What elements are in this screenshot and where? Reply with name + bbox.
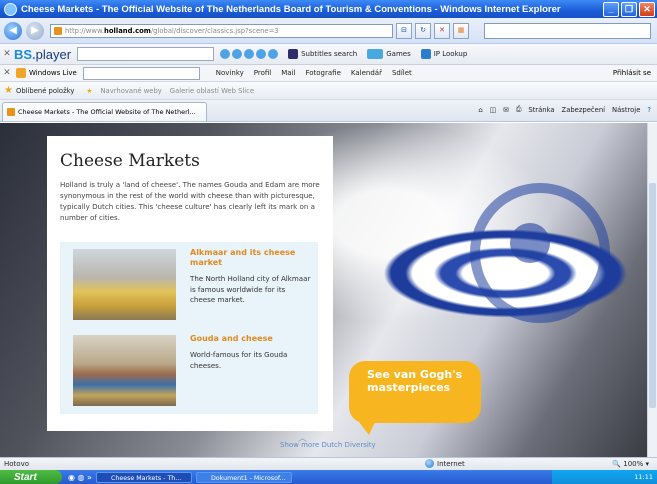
gouda-description: World-famous for its Gouda cheeses.	[190, 350, 288, 370]
url-path: /global/discover/classics.jsp?scene=3	[150, 26, 279, 35]
windows-live-icon	[16, 68, 26, 78]
print-icon[interactable]: ⎙	[516, 105, 521, 114]
windows-live-links: Novinky Profil Mail Fotografie Kalendář …	[216, 69, 412, 77]
prev-icon[interactable]	[256, 49, 267, 59]
quick-launch-icons[interactable]: ◉ ◍ »	[68, 473, 92, 482]
system-tray: 11:11	[552, 470, 657, 484]
add-favorite-icon[interactable]: ★	[86, 87, 92, 95]
wl-signin-link[interactable]: Přihlásit se	[613, 69, 651, 77]
suggested-sites-link[interactable]: Navrhované weby	[100, 87, 161, 95]
stop-icon[interactable]	[244, 49, 255, 59]
bing-icon[interactable]: ▦	[453, 22, 469, 39]
tab-favicon-icon	[7, 108, 15, 116]
minimize-button[interactable]: _	[603, 2, 619, 17]
tab-cheese-markets[interactable]: Cheese Markets - The Official Website of…	[2, 102, 207, 121]
url-domain: holland.com	[104, 26, 151, 35]
pause-icon[interactable]	[232, 49, 243, 59]
ip-lookup-button[interactable]: IP Lookup	[420, 49, 467, 59]
help-icon[interactable]: ?	[647, 106, 651, 114]
zoom-level[interactable]: 🔍 100% ▾	[612, 460, 649, 468]
back-button[interactable]: ◀	[4, 21, 22, 40]
alkmaar-title-link[interactable]: Alkmaar and its cheese market	[190, 248, 315, 268]
start-button[interactable]: Start	[0, 470, 62, 484]
url-prefix: http://www.	[65, 26, 105, 35]
van-gogh-promo-link[interactable]: See van Gogh's masterpieces	[349, 361, 481, 435]
alkmaar-description: The North Holland city of Alkmaar is fam…	[190, 274, 311, 304]
page-title: Cheese Markets	[60, 151, 200, 171]
windows-live-search-input[interactable]	[82, 66, 200, 80]
cheese-markets-card: Cheese Markets Holland is truly a 'land …	[47, 136, 333, 431]
home-icon[interactable]: ⌂	[478, 106, 482, 114]
web-slice-gallery-link[interactable]: Galerie oblastí Web Slice	[170, 87, 254, 95]
compatibility-icon[interactable]: ⊟	[396, 22, 412, 39]
wl-link-mail[interactable]: Mail	[281, 69, 295, 77]
games-icon	[367, 49, 384, 59]
lookup-icon	[420, 49, 431, 59]
windows-live-label[interactable]: Windows Live	[29, 69, 77, 77]
status-text: Hotovo	[4, 460, 29, 468]
scrollbar-thumb[interactable]	[649, 183, 656, 408]
close-toolbar-icon[interactable]: ✕	[0, 49, 14, 59]
page-menu[interactable]: Stránka	[528, 106, 554, 114]
page-content: Cheese Markets Holland is truly a 'land …	[0, 123, 657, 457]
feeds-icon[interactable]: ◫	[490, 106, 496, 114]
restore-button[interactable]: ❐	[621, 2, 637, 17]
next-icon[interactable]	[268, 49, 279, 59]
gouda-title-link[interactable]: Gouda and cheese	[190, 334, 315, 344]
blue-ornament-image	[510, 223, 550, 263]
close-toolbar-icon[interactable]: ✕	[0, 68, 14, 78]
url-field[interactable]: http://www. holland.com/global/discover/c…	[50, 23, 393, 38]
address-bar: ◀ ▶ http://www. holland.com/global/discov…	[0, 18, 657, 44]
wl-link-news[interactable]: Novinky	[216, 69, 244, 77]
window-title-bar[interactable]: Cheese Markets - The Official Website of…	[0, 0, 657, 18]
intro-text: Holland is truly a 'land of cheese'. The…	[60, 180, 320, 222]
taskbar-item-word[interactable]: Dokument1 - Microsof...	[195, 471, 292, 483]
command-bar: ⌂ ◫ ✉ ⎙ Stránka Zabezpečení Nástroje ?	[478, 105, 651, 114]
article-alkmaar[interactable]: Alkmaar and its cheese market The North …	[60, 242, 318, 328]
window-title: Cheese Markets - The Official Website of…	[21, 3, 561, 15]
internet-globe-icon	[425, 459, 434, 468]
film-icon	[288, 49, 299, 59]
vertical-scrollbar[interactable]	[647, 123, 657, 457]
subtitles-search-button[interactable]: Subtitles search	[288, 49, 357, 59]
wl-link-photos[interactable]: Fotografie	[305, 69, 340, 77]
article-gouda[interactable]: Gouda and cheese World-famous for its Go…	[60, 328, 318, 414]
stop-icon[interactable]: ✕	[434, 22, 450, 39]
wl-link-calendar[interactable]: Kalendář	[351, 69, 382, 77]
play-icon[interactable]	[220, 49, 231, 59]
windows-live-toolbar: ✕ Windows Live Novinky Profil Mail Fotog…	[0, 65, 657, 82]
tools-menu[interactable]: Nástroje	[612, 106, 640, 114]
ie-logo-icon	[4, 2, 17, 16]
mail-icon[interactable]: ✉	[503, 106, 509, 114]
wl-link-share[interactable]: Sdílet	[392, 69, 412, 77]
games-button[interactable]: Games	[367, 49, 411, 59]
gouda-photo[interactable]	[73, 335, 176, 406]
security-zone[interactable]: Internet	[425, 459, 465, 468]
security-menu[interactable]: Zabezpečení	[562, 106, 606, 114]
favorites-star-icon: ★	[4, 85, 13, 96]
bsplayer-logo[interactable]: BS.player	[14, 47, 71, 62]
wl-link-profile[interactable]: Profil	[254, 69, 271, 77]
tab-title: Cheese Markets - The Official Website of…	[18, 108, 196, 116]
media-controls[interactable]	[220, 49, 279, 59]
bsplayer-search-input[interactable]	[77, 47, 215, 61]
site-favicon-icon	[54, 26, 62, 35]
status-bar: Hotovo Internet 🔍 100% ▾	[0, 457, 657, 470]
taskbar-item-ie[interactable]: Cheese Markets - Th...	[95, 471, 192, 483]
close-button[interactable]: ✕	[639, 2, 655, 17]
favorites-button[interactable]: Oblíbené položky	[16, 87, 74, 95]
windows-taskbar: Start ◉ ◍ » Cheese Markets - Th... Dokum…	[0, 470, 657, 484]
search-input[interactable]	[484, 23, 651, 39]
forward-button[interactable]: ▶	[26, 21, 44, 40]
bsplayer-toolbar: ✕ BS.player Subtitles search Games IP Lo…	[0, 44, 657, 65]
show-more-link[interactable]: Show more Dutch Diversity	[280, 441, 376, 449]
favorites-bar: ★ Oblíbené položky ★ Navrhované weby Gal…	[0, 82, 657, 100]
clock[interactable]: 11:11	[634, 473, 653, 481]
alkmaar-photo[interactable]	[73, 249, 176, 320]
tab-row: Cheese Markets - The Official Website of…	[0, 100, 657, 122]
refresh-icon[interactable]: ↻	[415, 22, 431, 39]
